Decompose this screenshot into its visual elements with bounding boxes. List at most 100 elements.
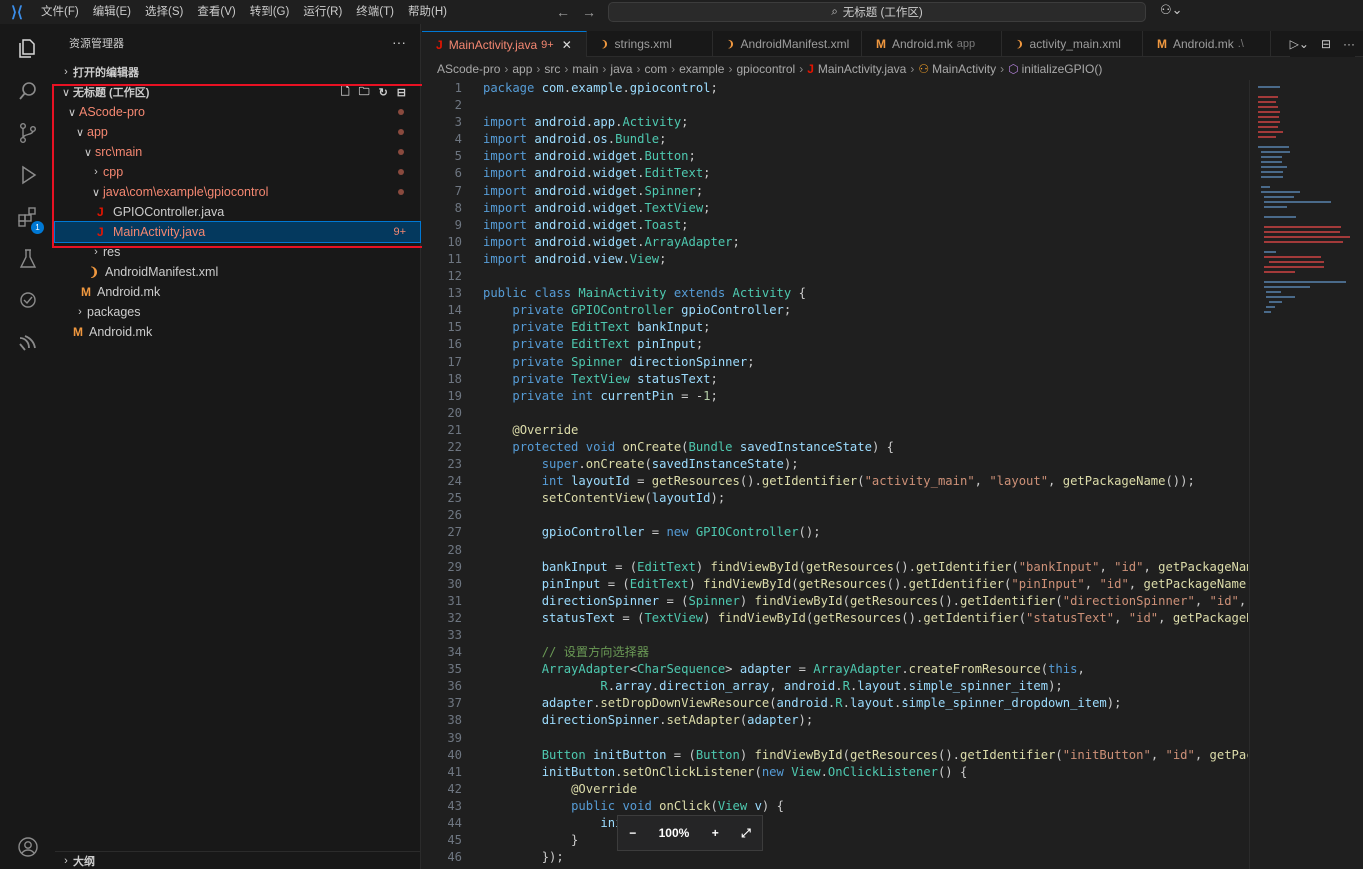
tree-item[interactable]: › cpp — [55, 162, 420, 182]
tree-item[interactable]: › res — [55, 242, 420, 262]
line-content: package com.example.gpiocontrol; — [483, 81, 718, 95]
line-content: @Override — [571, 781, 638, 796]
run-icon[interactable]: ▷⌄ — [1290, 37, 1309, 51]
code-line: 20 — [422, 405, 1248, 422]
menu-item[interactable]: 查看(V) — [190, 0, 242, 24]
zoom-out-button[interactable]: − — [629, 826, 636, 840]
extensions-icon[interactable]: 1 — [0, 196, 55, 238]
testing-icon[interactable] — [0, 238, 55, 280]
menu-item[interactable]: 文件(F) — [34, 0, 86, 24]
menu-item[interactable]: 转到(G) — [243, 0, 297, 24]
minimap-line — [1258, 121, 1280, 123]
minimap-line — [1263, 196, 1294, 198]
menu-item[interactable]: 帮助(H) — [401, 0, 454, 24]
line-content: super.onCreate(savedInstanceState); — [541, 457, 799, 472]
split-editor-icon[interactable]: ⊟ — [1321, 37, 1331, 51]
chevron-right-icon: › — [94, 166, 98, 178]
makefile-icon: M — [81, 285, 91, 299]
tab-android-mk[interactable]: M Android.mk .\ — [1143, 31, 1271, 57]
breadcrumb-item[interactable]: initializeGPIO() — [1022, 62, 1103, 76]
workspace-section[interactable]: ∨ 无标题 (工作区) 🗋 🗀 ↻ ⊟ — [55, 82, 420, 102]
java-file-icon: J — [807, 62, 814, 76]
breadcrumb-item[interactable]: AScode-pro — [437, 62, 500, 76]
breadcrumb-item[interactable]: MainActivity — [932, 62, 996, 76]
breadcrumb-item[interactable]: java — [610, 62, 632, 76]
breadcrumb-item[interactable]: main — [572, 62, 598, 76]
menu-item[interactable]: 运行(R) — [296, 0, 349, 24]
extension-tool-icon[interactable] — [0, 322, 55, 364]
tab-label: MainActivity.java — [448, 37, 538, 52]
forward-arrow-icon[interactable]: → — [582, 4, 596, 20]
source-control-icon[interactable] — [0, 112, 55, 154]
tree-item[interactable]: J GPIOController.java — [55, 202, 420, 222]
tree-item[interactable]: M Android.mk — [55, 282, 420, 302]
more-actions-icon[interactable]: ··· — [392, 34, 406, 50]
breadcrumb-item[interactable]: src — [544, 62, 560, 76]
breadcrumb-item[interactable]: MainActivity.java — [818, 62, 906, 76]
tree-item[interactable]: ∨ java\com\example\gpiocontrol — [55, 182, 420, 202]
tab-strings-xml[interactable]: ❩ strings.xml — [587, 31, 713, 57]
code-line: 19 private int currentPin = -1; — [422, 388, 1248, 405]
breadcrumb-item[interactable]: com — [644, 62, 667, 76]
line-content: private EditText pinInput; — [512, 337, 704, 352]
line-number: 36 — [447, 679, 462, 694]
code-line: 8 import android.widget.TextView; — [422, 200, 1248, 217]
breadcrumb-item[interactable]: app — [512, 62, 532, 76]
tab-description: app — [956, 38, 976, 50]
line-number: 18 — [447, 371, 462, 386]
account-icon[interactable] — [0, 826, 55, 868]
refresh-icon[interactable]: ↻ — [379, 86, 388, 99]
code-line: 41 initButton.setOnClickListener(new Vie… — [422, 764, 1248, 781]
java-file-icon: J — [97, 225, 104, 239]
fullscreen-icon[interactable]: ⤢ — [741, 826, 751, 841]
tree-item[interactable]: J MainActivity.java 9+ — [54, 221, 421, 243]
minimap-line — [1266, 291, 1282, 293]
tab-androidmanifest-xml[interactable]: ❩ AndroidManifest.xml — [713, 31, 862, 57]
chevron-right-icon: › — [602, 62, 607, 76]
close-icon[interactable]: ✕ — [562, 38, 572, 52]
menu-item[interactable]: 终端(T) — [349, 0, 401, 24]
breadcrumb-item[interactable]: example — [679, 62, 724, 76]
minimap-line — [1258, 86, 1281, 88]
collapse-all-icon[interactable]: ⊟ — [397, 86, 406, 99]
chevron-right-icon: › — [910, 62, 915, 76]
tab-mainactivity-java[interactable]: J MainActivity.java 9+ ✕ — [422, 31, 587, 57]
tab-android-mk[interactable]: M Android.mk app — [862, 31, 1002, 57]
title-bar: ⟩⟨ 文件(F) 编辑(E) 选择(S) 查看(V) 转到(G) 运行(R) 终端(T) 帮助… — [0, 0, 1363, 24]
tree-item[interactable]: ❩ AndroidManifest.xml — [55, 262, 420, 282]
new-file-icon[interactable]: 🗋 — [341, 83, 350, 102]
code-line: 44 ini — [422, 815, 1248, 832]
minimap[interactable] — [1249, 80, 1363, 869]
remote-explorer-icon[interactable] — [0, 280, 55, 322]
more-actions-icon[interactable]: ··· — [1343, 37, 1355, 51]
makefile-icon: M — [876, 37, 886, 51]
run-debug-icon[interactable] — [0, 154, 55, 196]
back-arrow-icon[interactable]: ← — [556, 4, 570, 20]
zoom-in-button[interactable]: + — [712, 826, 719, 840]
open-editors-section[interactable]: › 打开的编辑器 — [55, 62, 420, 82]
line-content: // 设置方向选择器 — [541, 645, 650, 660]
breadcrumb-item[interactable]: gpiocontrol — [736, 62, 795, 76]
menu-item[interactable]: 选择(S) — [138, 0, 190, 24]
chevron-down-icon: ∨ — [83, 146, 93, 159]
minimap-line — [1263, 281, 1347, 283]
tree-item[interactable]: M Android.mk — [55, 322, 420, 342]
tab-activity-main-xml[interactable]: ❩ activity_main.xml — [1002, 31, 1143, 57]
tree-item[interactable]: › packages — [55, 302, 420, 322]
code-editor[interactable]: 1 package com.example.gpiocontrol; 2 3 impor… — [422, 80, 1248, 869]
tree-item[interactable]: ∨ AScode-pro — [55, 102, 420, 122]
minimap-line — [1258, 131, 1283, 133]
tree-item[interactable]: ∨ src\main — [55, 142, 420, 162]
new-folder-icon[interactable]: 🗀 — [359, 83, 370, 102]
explorer-icon[interactable] — [0, 28, 55, 70]
outline-section[interactable]: › 大纲 — [55, 851, 421, 869]
line-content: } — [483, 833, 579, 848]
code-line: 37 adapter.setDropDownViewResource(andro… — [422, 695, 1248, 712]
line-number: 17 — [447, 354, 462, 369]
tree-item[interactable]: ∨ app — [55, 122, 420, 142]
command-center[interactable]: ⌕ 无标题 (工作区) — [608, 2, 1146, 22]
chevron-right-icon: › — [94, 246, 98, 258]
menu-item[interactable]: 编辑(E) — [86, 0, 138, 24]
search-icon[interactable] — [0, 70, 55, 112]
copilot-icon[interactable]: ⚇⌄ — [1160, 2, 1183, 18]
